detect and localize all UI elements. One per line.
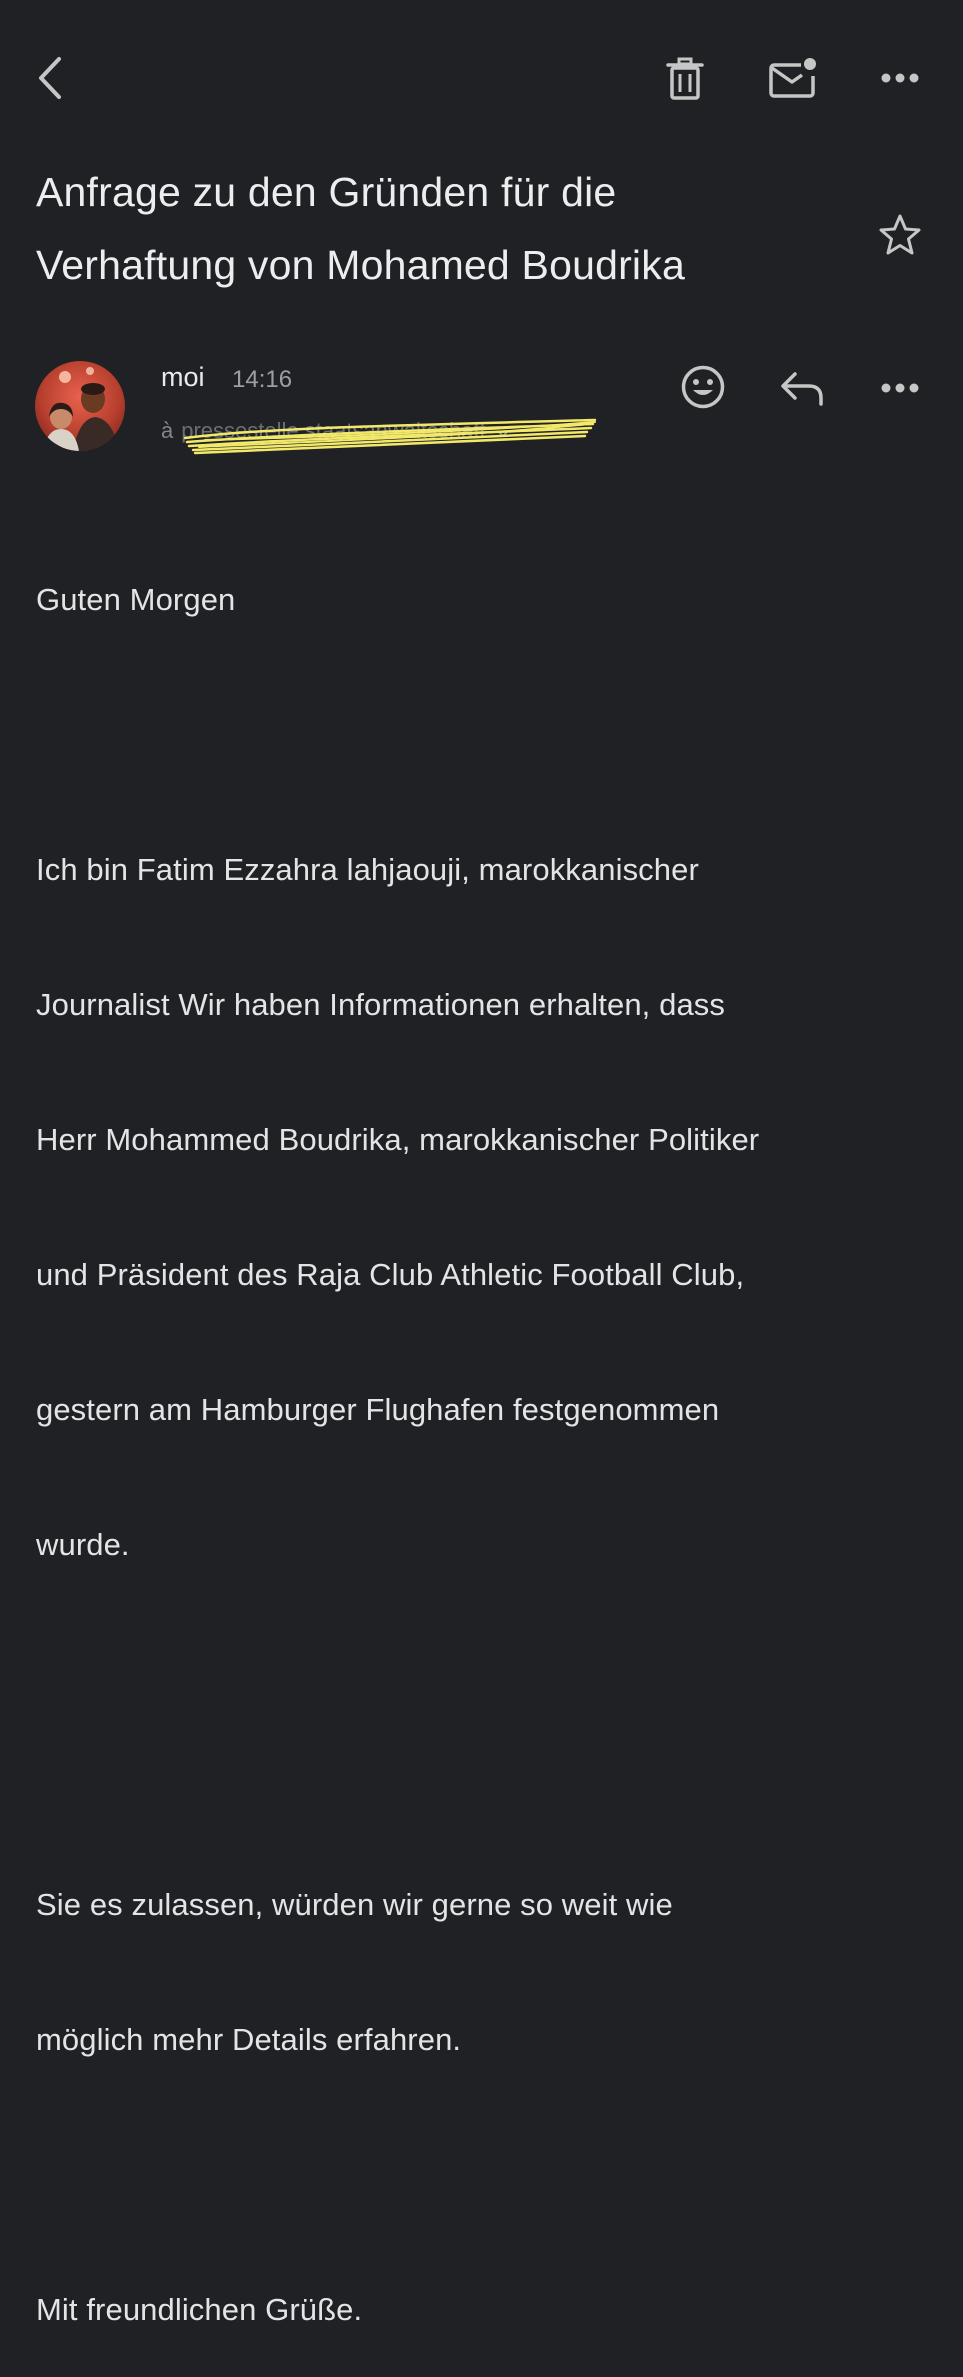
body-line: wurde. [36, 1527, 130, 1562]
sender-avatar[interactable] [35, 361, 125, 451]
recipient-prefix: à [161, 418, 174, 443]
closing: Mit freundlichen Grüße. [36, 2292, 363, 2327]
mail-unread-icon[interactable] [766, 54, 820, 102]
emoji-reaction-icon[interactable] [678, 362, 728, 412]
top-action-bar [0, 0, 963, 160]
subject-line: Anfrage zu den Gründen für die [36, 169, 617, 215]
sender-name: moi [161, 362, 205, 392]
chevron-left-icon[interactable] [28, 52, 72, 104]
body-line: und Präsident des Raja Club Athletic Foo… [36, 1257, 745, 1292]
body-line: Journalist Wir haben Informationen erhal… [36, 987, 725, 1022]
redaction-scribble [183, 418, 597, 455]
body-line: Herr Mohammed Boudrika, marokkanischer P… [36, 1122, 760, 1157]
body-line: möglich mehr Details erfahren. [36, 2022, 462, 2057]
reply-icon[interactable] [778, 366, 826, 410]
email-body: Guten Morgen Ich bin Fatim Ezzahra lahja… [36, 487, 936, 2377]
body-paragraph: Ich bin Fatim Ezzahra lahjaouji, marokka… [36, 757, 936, 1657]
star-outline-icon[interactable] [876, 210, 924, 258]
trash-icon[interactable] [662, 56, 708, 102]
body-line: gestern am Hamburger Flughafen festgenom… [36, 1392, 720, 1427]
body-line: Ich bin Fatim Ezzahra lahjaouji, marokka… [36, 852, 699, 887]
sent-time: 14:16 [232, 366, 293, 393]
body-line: Sie es zulassen, würden wir gerne so wei… [36, 1887, 673, 1922]
email-subject: Anfrage zu den Gründen für die Verhaftun… [36, 156, 856, 302]
more-horizontal-icon[interactable] [876, 370, 924, 406]
subject-line: Verhaftung von Mohamed Boudrika [36, 242, 685, 288]
more-horizontal-icon[interactable] [876, 60, 924, 96]
greeting: Guten Morgen [36, 582, 236, 617]
body-paragraph: Sie es zulassen, würden wir gerne so wei… [36, 1792, 936, 2152]
